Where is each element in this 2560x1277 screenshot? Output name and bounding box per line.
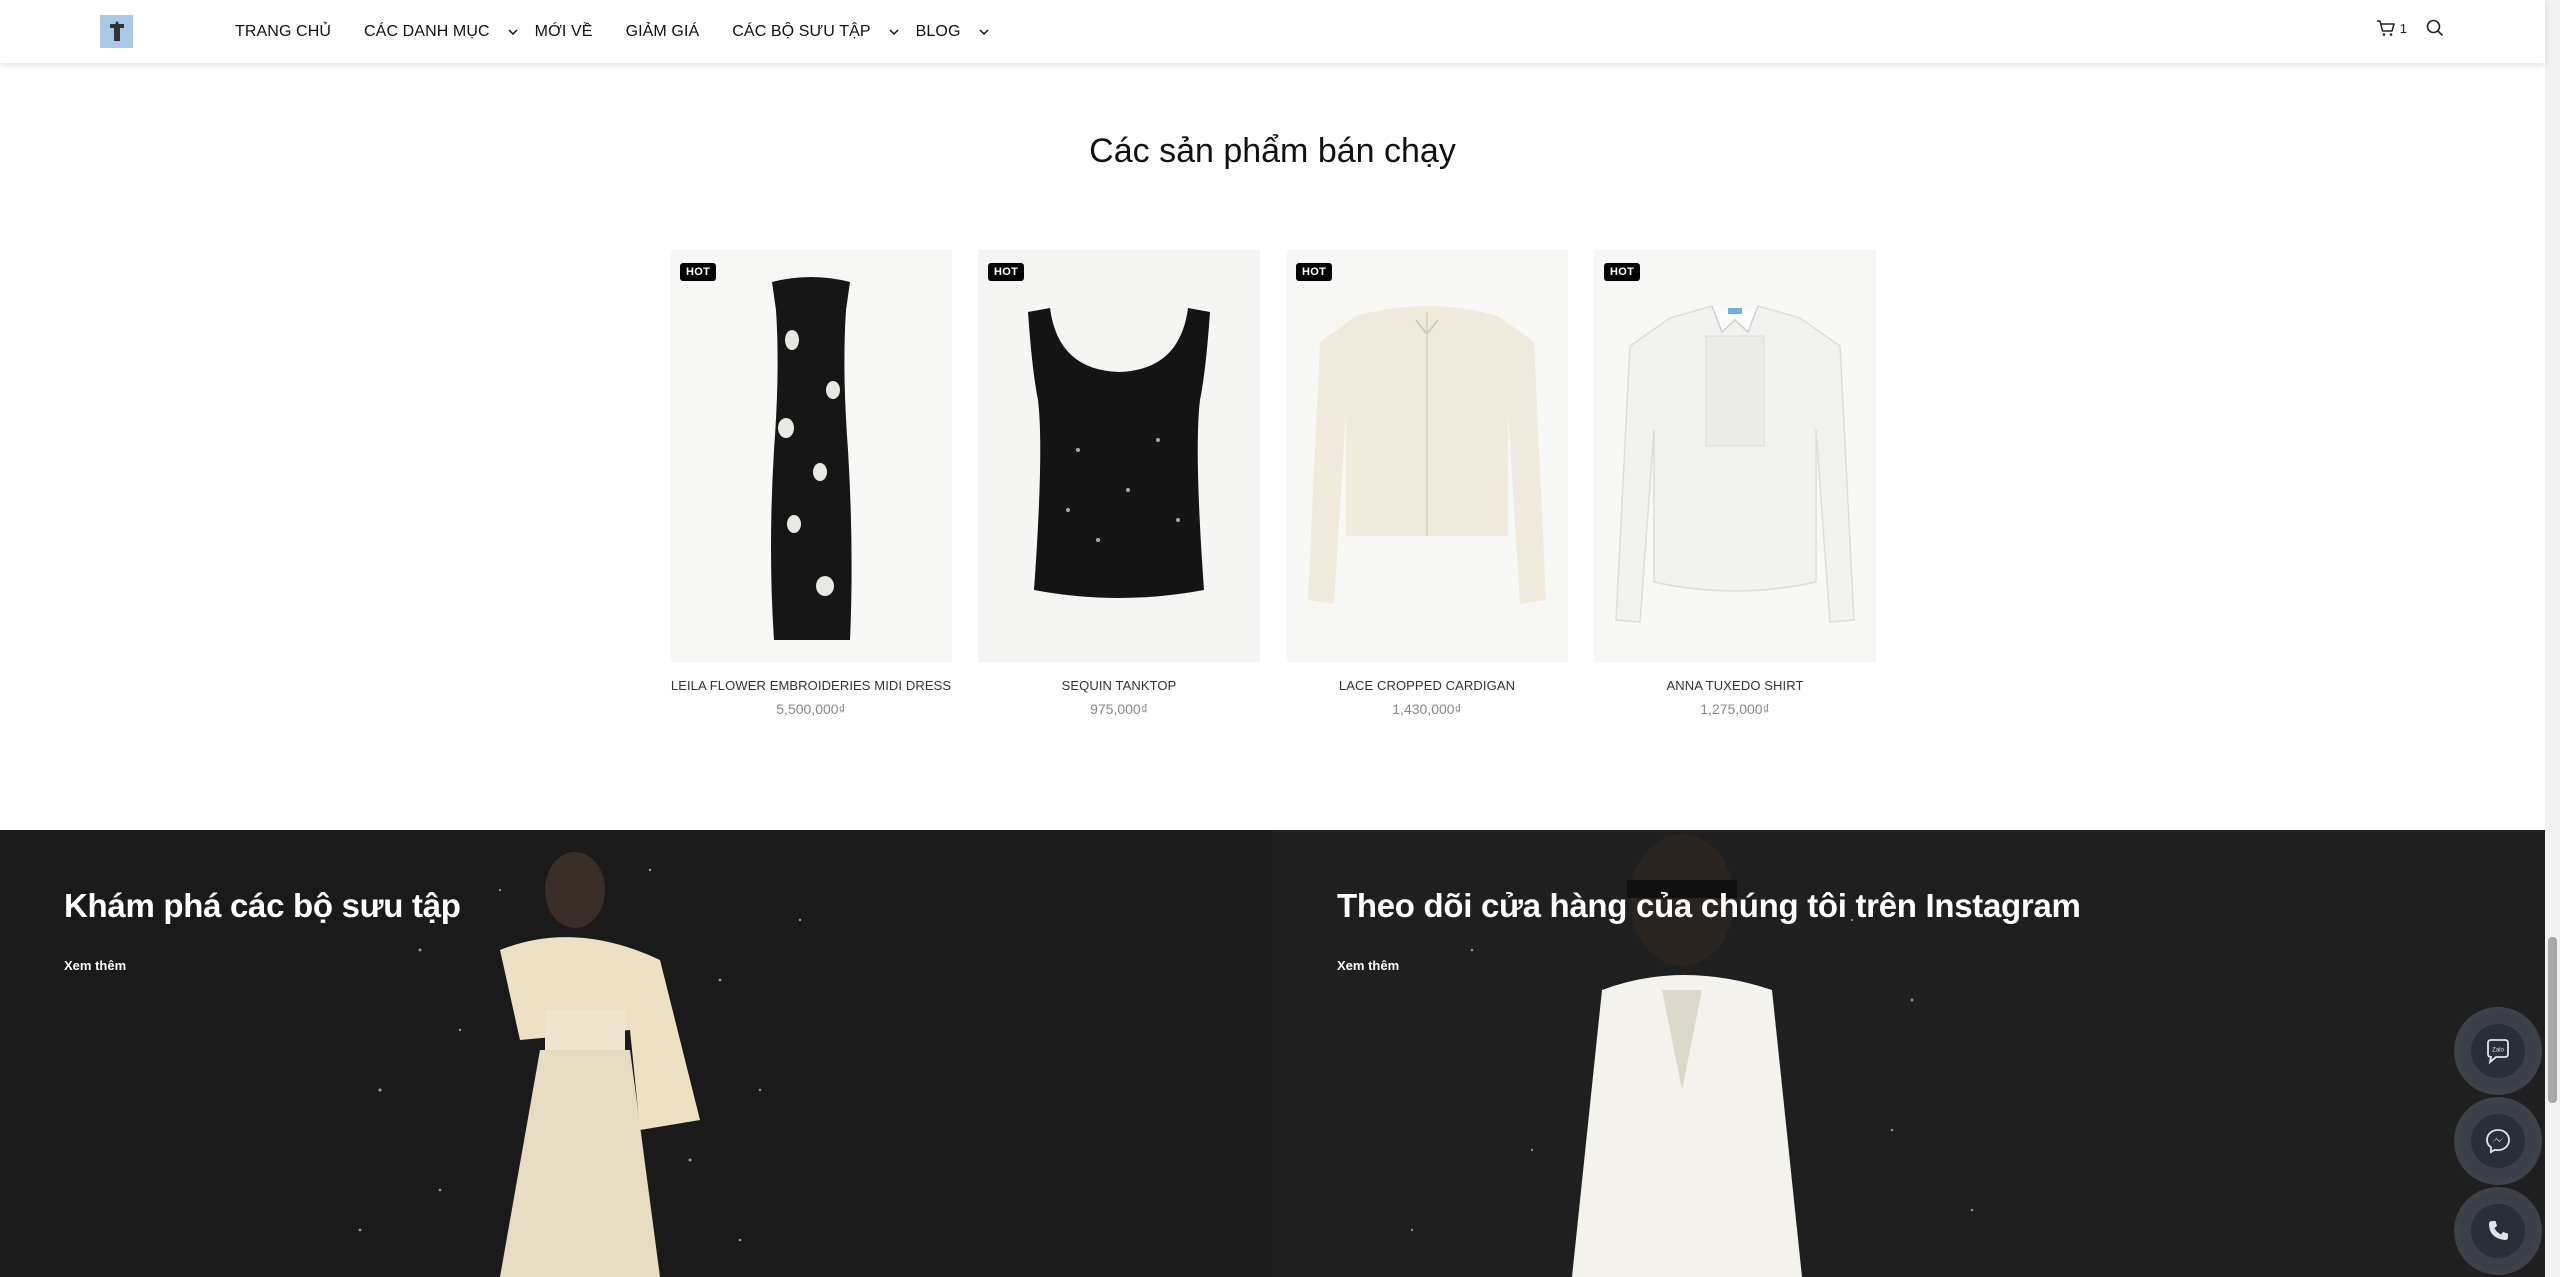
phone-icon xyxy=(2489,1221,2508,1240)
banner-title: Theo dõi cửa hàng của chúng tôi trên Ins… xyxy=(1337,887,2081,924)
cream-cardigan-image xyxy=(1286,250,1568,662)
page-scrollbar[interactable] xyxy=(2545,0,2560,1277)
product-price: 975,000₫ xyxy=(1090,701,1148,717)
nav-item-collections[interactable]: CÁC BỘ SƯU TẬP xyxy=(732,23,899,41)
phone-button[interactable] xyxy=(2460,1193,2536,1269)
scrollbar-thumb[interactable] xyxy=(2548,937,2557,1103)
nav-item-blog[interactable]: BLOG xyxy=(916,23,990,41)
best-sellers-title: Các sản phẩm bán chạy xyxy=(1089,132,1456,170)
cart-count: 1 xyxy=(2399,20,2407,36)
site-logo[interactable] xyxy=(100,15,133,48)
product-card[interactable]: HOT ANNA TUXEDO SHIRT 1,275,000₫ xyxy=(1594,250,1876,717)
product-card[interactable]: HOT LACE CROPPED CARDIGAN 1,430,000₫ xyxy=(1286,250,1568,717)
promo-banners: Khám phá các bộ sưu tập Xem thêm Theo dõ… xyxy=(0,830,2545,1277)
nav-item-categories[interactable]: CÁC DANH MỤC xyxy=(364,23,519,41)
instagram-banner[interactable]: Theo dõi cửa hàng của chúng tôi trên Ins… xyxy=(1272,830,2545,1277)
nav-label: GIẢM GIÁ xyxy=(625,22,700,40)
main-nav: TRANG CHỦ CÁC DANH MỤC MỚI VỀ GIẢM GIÁ C… xyxy=(235,0,990,63)
nav-label: CÁC DANH MỤC xyxy=(364,22,490,40)
black-tanktop-image xyxy=(978,250,1260,662)
product-image[interactable]: HOT xyxy=(670,250,952,662)
hot-badge: HOT xyxy=(988,263,1025,281)
black-dress-image xyxy=(670,250,952,662)
banner-title: Khám phá các bộ sưu tập xyxy=(64,887,461,924)
nav-label: MỚI VỀ xyxy=(534,22,593,40)
see-more-link[interactable]: Xem thêm xyxy=(1337,958,1399,973)
hot-badge: HOT xyxy=(1296,263,1333,281)
product-image[interactable]: HOT xyxy=(978,250,1260,662)
product-name[interactable]: SEQUIN TANKTOP xyxy=(978,678,1260,693)
nav-item-new-arrivals[interactable]: MỚI VỀ xyxy=(535,23,593,41)
product-name[interactable]: ANNA TUXEDO SHIRT xyxy=(1594,678,1876,693)
zalo-icon: Zalo xyxy=(2487,1039,2509,1065)
product-image[interactable]: HOT xyxy=(1286,250,1568,662)
nav-item-home[interactable]: TRANG CHỦ xyxy=(235,23,331,41)
search-icon[interactable] xyxy=(2425,18,2445,38)
product-card[interactable]: HOT LEILA FLOWER EMBROIDERIES MIDI DRESS… xyxy=(670,250,952,717)
messenger-button[interactable] xyxy=(2460,1103,2536,1179)
nav-label: CÁC BỘ SƯU TẬP xyxy=(732,22,871,40)
chevron-down-icon xyxy=(978,28,989,35)
site-header: TRANG CHỦ CÁC DANH MỤC MỚI VỀ GIẢM GIÁ C… xyxy=(0,0,2545,63)
product-price: 1,430,000₫ xyxy=(1392,701,1462,717)
product-price: 1,275,000₫ xyxy=(1700,701,1770,717)
nav-item-sale[interactable]: GIẢM GIÁ xyxy=(626,23,700,41)
see-more-link[interactable]: Xem thêm xyxy=(64,958,126,973)
chevron-down-icon xyxy=(508,28,518,35)
nav-label: TRANG CHỦ xyxy=(235,22,332,40)
product-name[interactable]: LACE CROPPED CARDIGAN xyxy=(1286,678,1568,693)
messenger-icon xyxy=(2486,1129,2510,1154)
hanger-logo-icon xyxy=(109,21,124,41)
cart-icon xyxy=(2376,20,2395,36)
product-name[interactable]: LEILA FLOWER EMBROIDERIES MIDI DRESS xyxy=(670,678,952,693)
chevron-down-icon xyxy=(889,28,899,35)
cart-button[interactable]: 1 xyxy=(2376,19,2407,37)
product-price: 5,500,000₫ xyxy=(776,701,846,717)
phone-button-inner xyxy=(2471,1204,2525,1258)
zalo-button[interactable]: Zalo xyxy=(2460,1013,2536,1089)
product-image[interactable]: HOT xyxy=(1594,250,1876,662)
white-shirt-image xyxy=(1594,250,1876,662)
messenger-button-inner xyxy=(2471,1114,2525,1168)
hot-badge: HOT xyxy=(680,263,717,281)
product-card[interactable]: HOT SEQUIN TANKTOP 975,000₫ xyxy=(978,250,1260,717)
zalo-button-inner: Zalo xyxy=(2471,1024,2525,1078)
header-actions: 1 xyxy=(2376,18,2445,38)
hot-badge: HOT xyxy=(1604,263,1641,281)
collections-banner[interactable]: Khám phá các bộ sưu tập Xem thêm xyxy=(0,830,1272,1277)
zalo-label: Zalo xyxy=(2492,1048,2504,1054)
nav-label: BLOG xyxy=(915,22,961,40)
